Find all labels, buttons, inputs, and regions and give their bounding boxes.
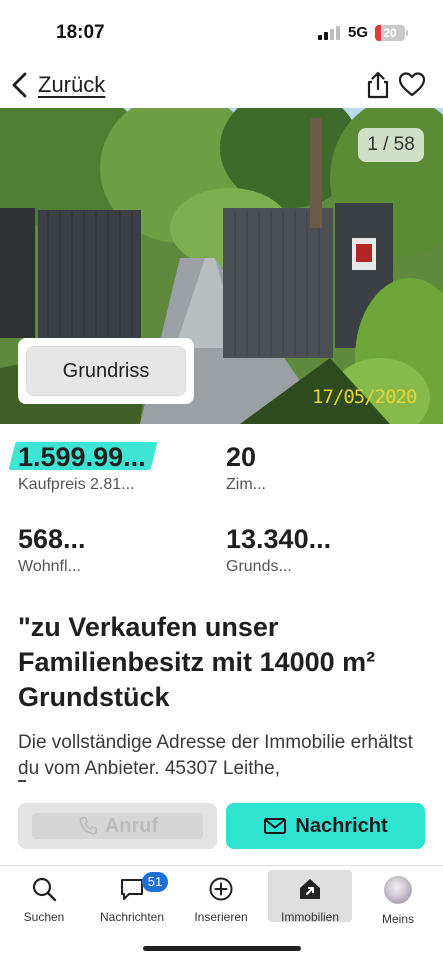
envelope-icon <box>264 818 287 834</box>
search-icon <box>32 877 57 902</box>
chevron-left-icon <box>12 72 27 98</box>
tab-search[interactable]: Suchen <box>2 870 86 924</box>
price-label: Kaufpreis 2.81... <box>18 476 135 493</box>
back-button[interactable]: Zurück <box>10 68 105 102</box>
contact-actions: Anruf Nachricht <box>0 800 443 852</box>
tab-label-search: Suchen <box>23 910 65 924</box>
back-label: Zurück <box>38 72 106 97</box>
nav-header: Zurück <box>0 62 443 108</box>
plus-circle-icon <box>209 877 233 901</box>
tab-label-real-estate: Immobilien <box>280 910 340 924</box>
network-type: 5G <box>348 24 369 41</box>
share-icon[interactable] <box>364 70 392 100</box>
tab-create-listing[interactable]: Inserieren <box>179 870 263 924</box>
fact-price: 1.599.99... Kaufpreis 2.81... <box>8 440 218 494</box>
status-bar: 18:07 5G 20 <box>0 0 443 62</box>
plot-area-value: 13.340... <box>226 524 332 554</box>
photo-counter: 1 / 58 <box>358 128 424 162</box>
fact-plot-area: 13.340... Grunds... <box>226 522 426 576</box>
tab-label-create: Inserieren <box>194 910 248 924</box>
phone-icon <box>79 816 97 835</box>
avatar <box>384 876 412 904</box>
call-button[interactable]: Anruf <box>18 803 217 849</box>
fact-living-area: 568... Wohnfl... <box>18 522 218 576</box>
plot-area-label: Grunds... <box>226 558 292 575</box>
home-indicator <box>143 946 301 951</box>
house-icon <box>300 879 320 899</box>
listing-title: "zu Verkaufen unser Familienbesitz mit 1… <box>18 612 376 712</box>
message-label: Nachricht <box>295 814 388 837</box>
description-truncation-mark <box>18 780 26 782</box>
rooms-label: Zim... <box>226 476 266 493</box>
listing-description: Die vollständige Adresse der Immobilie e… <box>18 732 413 779</box>
messages-badge: 51 <box>142 872 168 892</box>
tab-label-messages: Nachrichten <box>99 910 165 924</box>
status-time: 18:07 <box>56 22 105 43</box>
battery-icon: 20 <box>375 25 405 41</box>
heart-icon[interactable] <box>398 70 426 100</box>
photo-gallery[interactable]: 1 / 58 17/05/2020 Grundriss <box>0 108 443 424</box>
battery-level: 20 <box>383 26 397 40</box>
price-value: 1.599.99... <box>18 442 146 472</box>
tab-label-profile: Meins <box>381 912 414 926</box>
fact-rooms: 20 Zim... <box>226 440 426 494</box>
living-area-value: 568... <box>18 524 86 554</box>
message-button[interactable]: Nachricht <box>226 803 425 849</box>
rooms-value: 20 <box>226 442 257 472</box>
floorplan-button[interactable]: Grundriss <box>26 346 186 396</box>
floorplan-card: Grundriss <box>18 338 194 404</box>
battery-tip <box>406 30 408 36</box>
living-area-label: Wohnfl... <box>18 558 81 575</box>
call-label: Anruf <box>104 814 159 837</box>
signal-icon <box>318 26 342 40</box>
tab-real-estate[interactable]: Immobilien <box>268 870 352 924</box>
key-facts: 1.599.99... Kaufpreis 2.81... 20 Zim... … <box>0 436 443 586</box>
tab-profile[interactable]: Meins <box>356 870 440 926</box>
photo-date-stamp: 17/05/2020 <box>312 386 417 408</box>
